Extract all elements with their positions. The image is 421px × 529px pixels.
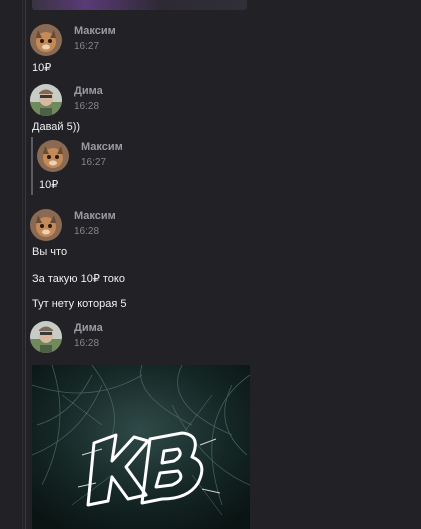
- author-name[interactable]: Дима: [74, 85, 103, 97]
- quote-bar: [31, 137, 33, 195]
- timestamp: 16:28: [74, 226, 100, 237]
- message-text: Тут нету которая 5: [32, 298, 127, 310]
- thread-rail-outer: [22, 0, 23, 529]
- author-name[interactable]: Максим: [74, 210, 116, 222]
- avatar-maksim[interactable]: [30, 24, 62, 56]
- previous-image-attachment[interactable]: [32, 0, 247, 10]
- timestamp: 16:27: [74, 41, 100, 52]
- quoted-message-text: 10₽: [39, 179, 59, 191]
- avatar-dima[interactable]: [30, 84, 62, 116]
- message-text: За такую 10₽ токо: [32, 273, 125, 285]
- message-text: 10₽: [32, 62, 52, 74]
- timestamp: 16:28: [74, 101, 100, 112]
- image-attachment[interactable]: [32, 365, 250, 529]
- quoted-timestamp: 16:27: [81, 157, 107, 168]
- avatar-maksim[interactable]: [30, 209, 62, 241]
- thread-rail: [25, 0, 26, 529]
- author-name[interactable]: Максим: [74, 25, 116, 37]
- avatar-maksim: [37, 140, 69, 172]
- avatar-dima[interactable]: [30, 321, 62, 353]
- timestamp: 16:28: [74, 338, 100, 349]
- kb-logo-image: [32, 365, 250, 529]
- author-name[interactable]: Дима: [74, 322, 103, 334]
- message-text: Вы что: [32, 246, 68, 258]
- message-text: Давай 5)): [32, 121, 81, 133]
- quoted-author-name: Максим: [81, 141, 123, 153]
